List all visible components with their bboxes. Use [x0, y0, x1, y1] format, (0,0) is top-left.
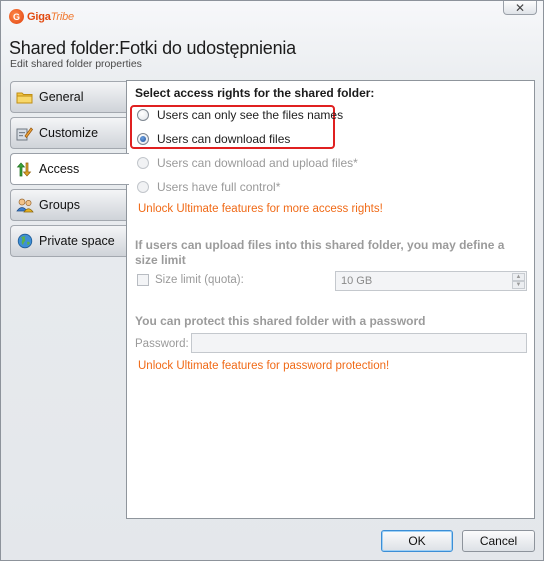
radio-see-names[interactable]: [137, 109, 149, 121]
close-icon: ✕: [514, 0, 526, 15]
spin-down-button[interactable]: ▼: [512, 281, 525, 289]
access-rights-heading: Select access rights for the shared fold…: [135, 86, 375, 100]
password-label: Password:: [135, 338, 189, 350]
groups-icon: [15, 197, 34, 213]
option-download-upload[interactable]: Users can download and upload files*: [137, 156, 358, 170]
password-field[interactable]: [191, 333, 527, 353]
quota-size-field[interactable]: 10 GB ▲ ▼: [335, 271, 527, 291]
dialog-title: Shared folder:Fotki do udostępnienia: [9, 38, 296, 58]
quota-spinner[interactable]: ▲ ▼: [512, 273, 525, 289]
access-arrows-icon: [15, 161, 34, 177]
tab-general[interactable]: General: [10, 81, 127, 113]
folder-icon: [15, 89, 34, 105]
gigatribe-logo-icon: G: [9, 9, 24, 24]
dialog-subtitle: Edit shared folder properties: [10, 58, 142, 70]
tab-customize[interactable]: Customize: [10, 117, 127, 149]
spin-up-icon: ▲: [515, 274, 522, 280]
tab-customize-label: Customize: [39, 126, 99, 140]
radio-full-control[interactable]: [137, 181, 149, 193]
quota-value: 10 GB: [341, 275, 373, 287]
globe-icon: [15, 233, 34, 249]
radio-download[interactable]: [137, 133, 149, 145]
spin-up-button[interactable]: ▲: [512, 273, 525, 281]
tab-groups[interactable]: Groups: [10, 189, 127, 221]
tab-access-label: Access: [39, 162, 80, 176]
ok-button[interactable]: OK: [381, 530, 453, 552]
option-download[interactable]: Users can download files: [137, 132, 290, 146]
gigatribe-logo-text: GigaTribe: [27, 10, 74, 23]
access-panel: Select access rights for the shared fold…: [126, 80, 535, 519]
customize-icon: [15, 125, 34, 141]
tab-groups-label: Groups: [39, 198, 80, 212]
tab-private-space[interactable]: Private space: [10, 225, 127, 257]
size-limit-checkbox-row[interactable]: Size limit (quota):: [137, 274, 244, 286]
option-see-names-label: Users can only see the files names: [157, 108, 344, 122]
radio-download-upload[interactable]: [137, 157, 149, 169]
close-button[interactable]: ✕: [503, 1, 537, 15]
option-full-control-label: Users have full control*: [157, 180, 281, 194]
spin-down-icon: ▼: [515, 282, 522, 288]
tab-general-label: General: [39, 90, 84, 104]
size-limit-label: Size limit (quota):: [155, 274, 244, 286]
cancel-button[interactable]: Cancel: [462, 530, 535, 552]
option-full-control[interactable]: Users have full control*: [137, 180, 280, 194]
option-download-upload-label: Users can download and upload files*: [157, 156, 358, 170]
size-limit-checkbox[interactable]: [137, 274, 149, 286]
option-download-label: Users can download files: [157, 132, 291, 146]
tab-private-space-label: Private space: [39, 234, 115, 248]
tab-access[interactable]: Access: [10, 153, 129, 185]
dialog-window: G GigaTribe ✕ Shared folder:Fotki do udo…: [0, 0, 544, 561]
option-see-names[interactable]: Users can only see the files names: [137, 108, 343, 122]
password-heading: You can protect this shared folder with …: [135, 314, 426, 328]
quota-heading: If users can upload files into this shar…: [135, 238, 505, 267]
gigatribe-logo: G GigaTribe: [9, 9, 74, 24]
unlock-password-link[interactable]: Unlock Ultimate features for password pr…: [138, 360, 389, 372]
unlock-access-link[interactable]: Unlock Ultimate features for more access…: [138, 203, 383, 215]
